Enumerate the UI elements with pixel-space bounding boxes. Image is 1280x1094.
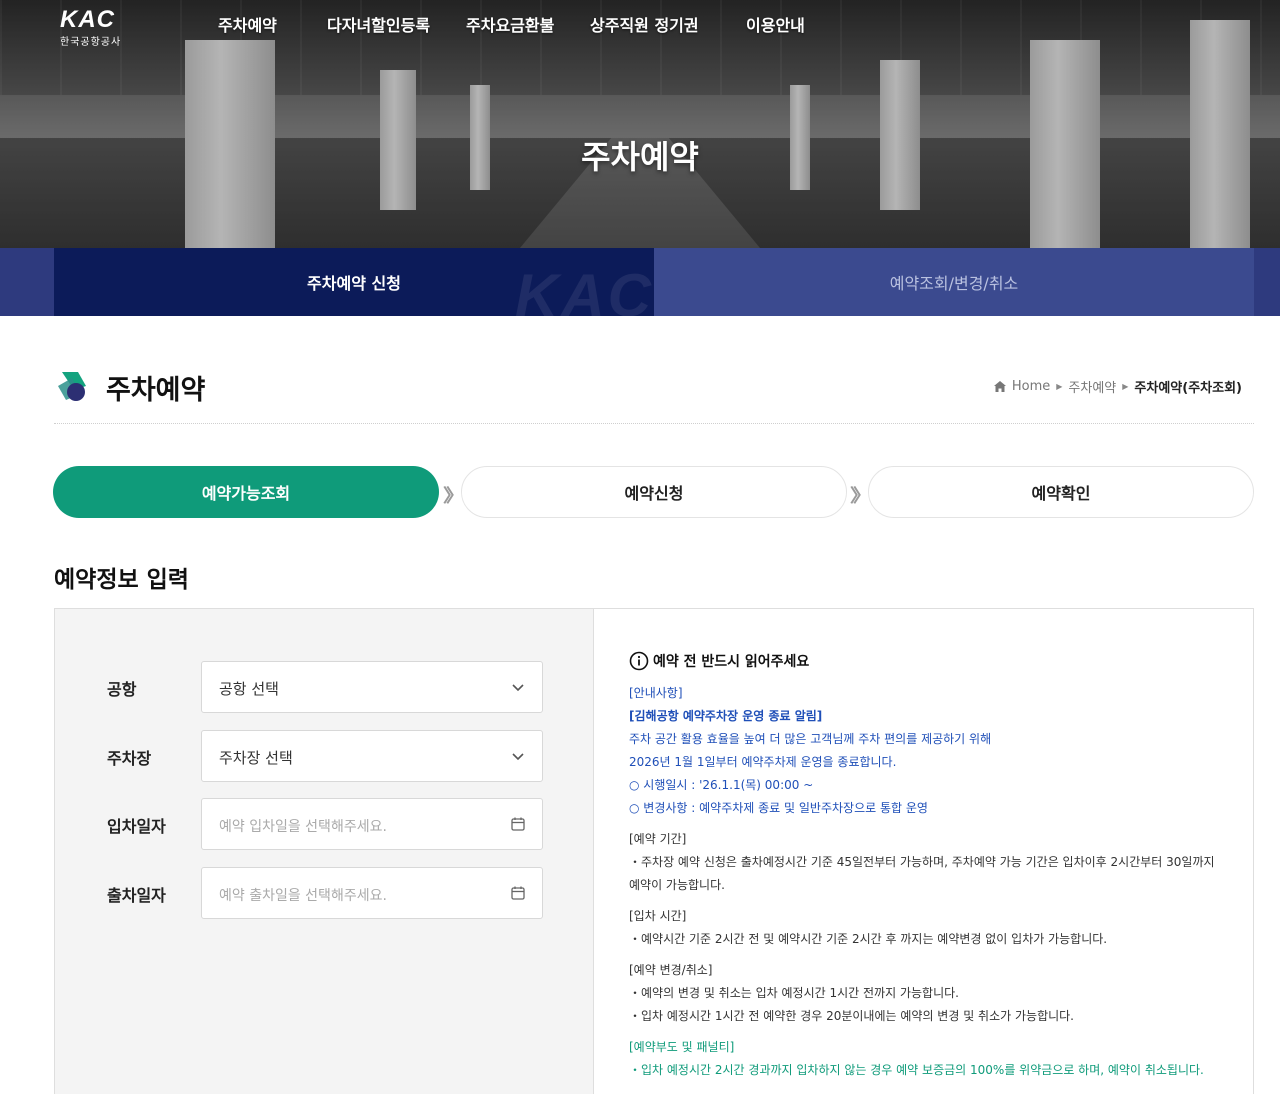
airport-select-value: 공항 선택 xyxy=(219,680,279,698)
page-header: 주차예약 Home ▶ 주차예약 ▶ 주차예약(주차조회) xyxy=(54,360,1254,424)
reservation-form: 공항 공항 선택 주차장 주차장 선택 입차일자 예약 입차일을 선택해주세요. xyxy=(55,609,594,1094)
section-title: 예약정보 입력 xyxy=(54,567,189,593)
notice-heading: 예약 전 반드시 읽어주세요 xyxy=(629,651,1253,671)
exit-date-input[interactable]: 예약 출차일을 선택해주세요. xyxy=(201,867,543,919)
tab-reservation-apply[interactable]: 주차예약 신청 KAC xyxy=(54,248,654,316)
exit-date-label: 출차일자 xyxy=(107,886,166,905)
airport-label: 공항 xyxy=(107,680,137,699)
hero-title: 주차예약 xyxy=(581,138,699,176)
logo-subtitle: 한국공항공사 xyxy=(60,37,122,48)
notice-change-line: ・입차 예정시간 1시간 전 예약한 경우 20분이내에는 예약의 변경 및 취… xyxy=(629,1009,1075,1023)
notice-gimhae-line: 주차 공간 활용 효율을 높여 더 많은 고객님께 주차 편의를 제공하기 위해 xyxy=(629,732,992,746)
nav-item-parking-reservation[interactable]: 주차예약 xyxy=(218,12,277,36)
notice-heading-text: 예약 전 반드시 읽어주세요 xyxy=(653,654,810,670)
parking-lot-select[interactable]: 주차장 선택 xyxy=(201,730,543,782)
airport-select[interactable]: 공항 선택 xyxy=(201,661,543,713)
notice-change-line: ・예약의 변경 및 취소는 입차 예정시간 1시간 전까지 가능합니다. xyxy=(629,986,959,1000)
notice-guide-tag: [안내사항] xyxy=(629,686,683,700)
nav-item-multi-child-discount[interactable]: 다자녀할인등록 xyxy=(327,12,430,36)
parking-lot-select-value: 주차장 선택 xyxy=(219,749,293,767)
calendar-icon[interactable] xyxy=(510,816,526,832)
entry-date-row: 입차일자 예약 입차일을 선택해주세요. xyxy=(55,798,594,850)
step-confirm-label: 예약확인 xyxy=(1031,484,1091,503)
notice-box: 예약 전 반드시 읽어주세요 [안내사항] [김해공항 예약주차장 운영 종료 … xyxy=(595,609,1253,1094)
tab-reservation-apply-label: 주차예약 신청 xyxy=(307,274,401,293)
notice-period-line: ・주차장 예약 신청은 출차예정시간 기준 45일전부터 가능하며, 주차예약 … xyxy=(629,855,1215,869)
notice-gimhae-title: [김해공항 예약주차장 운영 종료 알림] xyxy=(629,709,823,723)
breadcrumb-current: 주차예약(주차조회) xyxy=(1134,381,1242,396)
step-apply-label: 예약신청 xyxy=(624,484,684,503)
airport-row: 공항 공항 선택 xyxy=(55,661,594,713)
chevron-down-icon xyxy=(512,684,524,692)
sub-navigation: 주차예약 신청 KAC 예약조회/변경/취소 xyxy=(0,248,1280,316)
reservation-panel: 공항 공항 선택 주차장 주차장 선택 입차일자 예약 입차일을 선택해주세요. xyxy=(54,608,1254,1094)
calendar-icon[interactable] xyxy=(510,885,526,901)
entry-date-placeholder: 예약 입차일을 선택해주세요. xyxy=(219,819,387,835)
notice-change-tag: [예약 변경/취소] xyxy=(629,963,713,977)
double-chevron-icon: 〉〉 xyxy=(850,486,871,507)
brand-shape-icon xyxy=(58,372,86,401)
breadcrumb-separator-icon: ▶ xyxy=(1056,382,1063,391)
entry-date-input[interactable]: 예약 입차일을 선택해주세요. xyxy=(201,798,543,850)
notice-period-tag: [예약 기간] xyxy=(629,832,687,846)
notice-penalty-tag: [예약부도 및 패널티] xyxy=(629,1040,735,1054)
step-availability: 예약가능조회 xyxy=(53,466,439,518)
breadcrumb-parking[interactable]: 주차예약 xyxy=(1068,377,1116,396)
double-chevron-icon: 〉〉 xyxy=(443,486,464,507)
step-availability-label: 예약가능조회 xyxy=(201,484,291,503)
notice-period-line: 예약이 가능합니다. xyxy=(629,878,725,892)
breadcrumb: Home ▶ 주차예약 ▶ 주차예약(주차조회) xyxy=(993,377,1242,396)
entry-date-label: 입차일자 xyxy=(107,817,166,836)
tab-reservation-lookup[interactable]: 예약조회/변경/취소 xyxy=(654,248,1254,316)
lot-row: 주차장 주차장 선택 xyxy=(55,730,594,782)
nav-item-fee-refund[interactable]: 주차요금환불 xyxy=(466,12,554,36)
step-confirm: 예약확인 xyxy=(868,466,1254,518)
notice-gimhae-line: ○ 시행일시 : '26.1.1(목) 00:00 ~ xyxy=(629,778,814,792)
hero-overlay xyxy=(0,0,1280,248)
hero-banner: KAC 한국공항공사 주차예약 다자녀할인등록 주차요금환불 상주직원 정기권 … xyxy=(0,0,1280,248)
breadcrumb-home[interactable]: Home xyxy=(1012,379,1050,394)
info-icon xyxy=(629,651,649,671)
notice-gimhae-line: 2026년 1월 1일부터 예약주차제 운영을 종료합니다. xyxy=(629,755,897,769)
nav-item-usage-guide[interactable]: 이용안내 xyxy=(746,12,805,36)
notice-entry-tag: [입차 시간] xyxy=(629,909,687,923)
nav-item-staff-pass[interactable]: 상주직원 정기권 xyxy=(590,12,699,36)
step-apply: 예약신청 xyxy=(461,466,847,518)
notice-penalty-line: ・입차 예정시간 2시간 경과까지 입차하지 않는 경우 예약 보증금의 100… xyxy=(629,1063,1204,1077)
watermark-logo: KAC xyxy=(515,262,654,316)
exit-date-row: 출차일자 예약 출차일을 선택해주세요. xyxy=(55,867,594,919)
logo-mark: KAC xyxy=(60,6,115,33)
home-icon xyxy=(993,381,1006,392)
page-title: 주차예약 xyxy=(106,375,206,406)
breadcrumb-separator-icon: ▶ xyxy=(1122,382,1129,391)
lot-label: 주차장 xyxy=(107,749,152,768)
notice-entry-line: ・예약시간 기준 2시간 전 및 예약시간 기준 2시간 후 까지는 예약변경 … xyxy=(629,932,1108,946)
notice-gimhae-line: ○ 변경사항 : 예약주차제 종료 및 일반주차장으로 통합 운영 xyxy=(629,801,928,815)
tab-reservation-lookup-label: 예약조회/변경/취소 xyxy=(889,274,1019,293)
chevron-down-icon xyxy=(512,753,524,761)
kac-logo[interactable]: KAC 한국공항공사 xyxy=(60,6,132,49)
exit-date-placeholder: 예약 출차일을 선택해주세요. xyxy=(219,888,387,904)
